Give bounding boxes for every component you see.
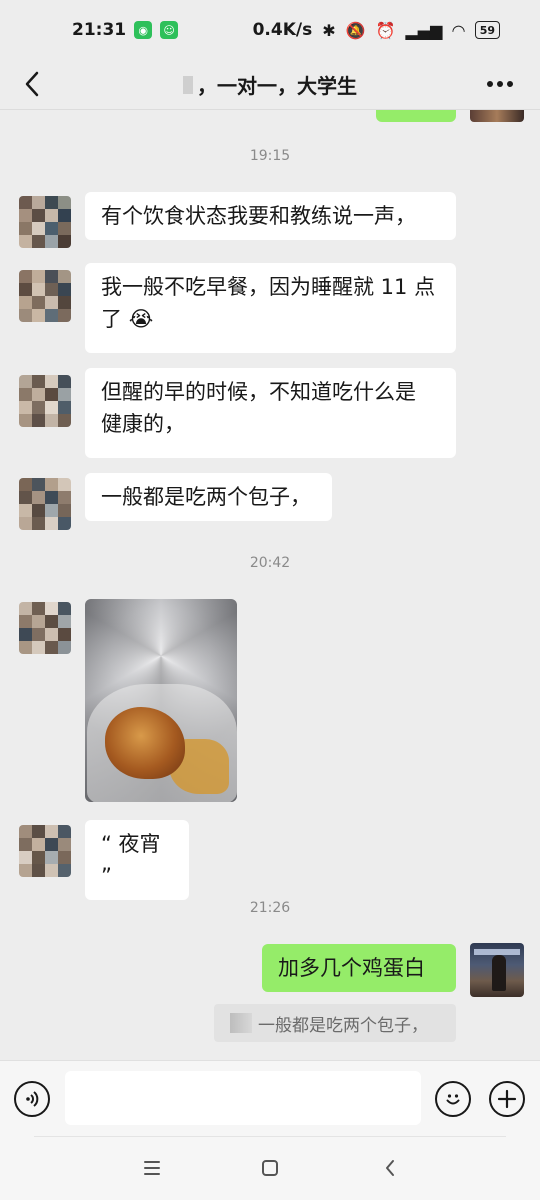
contact-avatar[interactable] <box>19 270 71 322</box>
bluetooth-icon: ✱ <box>322 20 336 40</box>
chat-header: ，一对一，大学生 <box>0 60 540 110</box>
emoji-button[interactable] <box>435 1081 471 1117</box>
self-message-bubble[interactable]: 加多几个鸡蛋白 <box>262 944 456 992</box>
message-text: 了 <box>101 307 122 331</box>
chat-area[interactable]: 19:15 有个饮食状态我要和教练说一声， 我一般不吃早餐，因为睡醒就 11 点… <box>0 110 540 1060</box>
alarm-icon: ⏰ <box>375 20 396 40</box>
message-text: “ 夜宵 ” <box>101 832 161 888</box>
previous-self-avatar <box>470 110 524 122</box>
back-icon[interactable] <box>14 66 50 102</box>
status-left: 21:31 ◉ ☺ <box>72 20 179 40</box>
smiley-icon <box>446 1094 460 1105</box>
battery-level: 59 <box>479 23 495 37</box>
message-text: 有个饮食状态我要和教练说一声， <box>101 204 416 228</box>
wechat-icon: ◉ <box>134 21 153 39</box>
plus-icon <box>497 1089 517 1109</box>
network-speed: 0.4K/s <box>252 20 313 40</box>
nav-back-icon[interactable] <box>372 1150 408 1186</box>
menu-icon[interactable] <box>134 1150 170 1186</box>
quote-redacted <box>230 1013 252 1033</box>
chat-title: ，一对一，大学生 <box>183 70 357 99</box>
quoted-message[interactable]: 一般都是吃两个包子， <box>214 1004 456 1042</box>
home-icon[interactable] <box>252 1150 288 1186</box>
more-icon[interactable] <box>482 66 518 102</box>
previous-self-bubble <box>376 110 456 122</box>
message-bubble[interactable]: 但醒的早的时候，不知道吃什么是 健康的， <box>85 368 456 458</box>
status-bar: 21:31 ◉ ☺ 0.4K/s ✱ 🔕 ⏰ ▂▄▆ ◠ 59 <box>0 0 540 60</box>
avatar-figure <box>492 955 506 991</box>
status-right: 0.4K/s ✱ 🔕 ⏰ ▂▄▆ ◠ 59 <box>253 20 500 40</box>
chat-title-text: ，一对一，大学生 <box>197 74 357 98</box>
quote-text: 一般都是吃两个包子， <box>258 1015 428 1036</box>
message-bubble[interactable]: 一般都是吃两个包子， <box>85 473 332 521</box>
status-time: 21:31 <box>72 20 127 40</box>
message-text: 加多几个鸡蛋白 <box>278 956 425 980</box>
message-bubble[interactable]: 有个饮食状态我要和教练说一声， <box>85 192 456 240</box>
system-nav-bar <box>0 1136 540 1200</box>
voice-input-button[interactable] <box>14 1081 50 1117</box>
contact-avatar[interactable] <box>19 478 71 530</box>
contact-avatar[interactable] <box>19 602 71 654</box>
message-text-line2: 了 😭 <box>101 303 440 335</box>
message-input[interactable] <box>65 1071 421 1125</box>
title-redacted <box>183 75 193 94</box>
food-photo-message[interactable] <box>85 599 237 802</box>
self-avatar[interactable] <box>470 943 524 997</box>
contact-avatar[interactable] <box>19 375 71 427</box>
input-bar <box>0 1060 540 1136</box>
message-text: 我一般不吃早餐，因为睡醒就 11 点 <box>101 275 436 299</box>
signal-icon: ▂▄▆ <box>405 20 443 40</box>
battery-icon: 59 <box>474 21 500 39</box>
app-icon: ☺ <box>160 21 179 39</box>
wifi-icon: ◠ <box>452 20 465 40</box>
crying-emoji-icon: 😭 <box>128 307 154 331</box>
message-text: 健康的， <box>101 412 185 436</box>
timestamp: 19:15 <box>249 148 291 164</box>
message-bubble[interactable]: “ 夜宵 ” <box>85 820 189 900</box>
timestamp: 21:26 <box>249 900 291 916</box>
timestamp: 20:42 <box>249 555 291 571</box>
contact-avatar[interactable] <box>19 825 71 877</box>
nav-divider <box>34 1136 506 1137</box>
contact-avatar[interactable] <box>19 196 71 248</box>
voice-icon <box>26 1091 39 1107</box>
more-functions-button[interactable] <box>489 1081 525 1117</box>
message-text: 一般都是吃两个包子， <box>101 485 311 509</box>
message-text: 但醒的早的时候，不知道吃什么是 <box>101 380 416 404</box>
message-bubble[interactable]: 我一般不吃早餐，因为睡醒就 11 点 了 😭 <box>85 263 456 353</box>
mute-icon: 🔕 <box>345 20 366 40</box>
